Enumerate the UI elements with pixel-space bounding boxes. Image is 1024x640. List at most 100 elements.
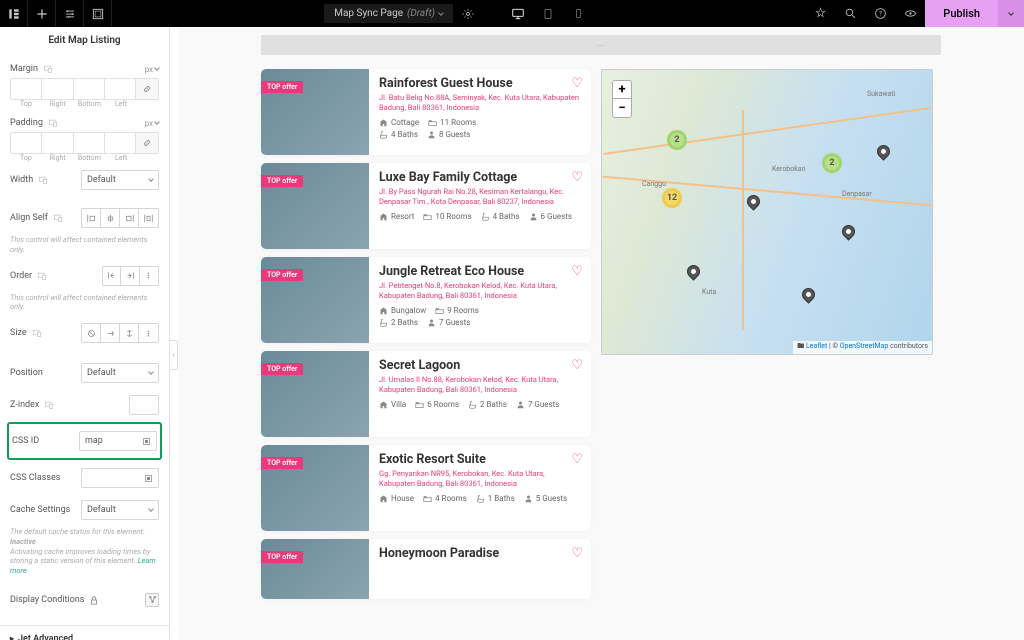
- favorite-button[interactable]: ♡: [571, 358, 583, 373]
- align-center-button[interactable]: [101, 209, 120, 227]
- listing-card[interactable]: TOP offer ♡ Jungle Retreat Eco House Jl.…: [261, 257, 591, 343]
- structure-button[interactable]: [84, 0, 112, 27]
- listing-image: TOP offer: [261, 351, 369, 437]
- editor-panel: Edit Map Listing Margin px TopRightBotto…: [0, 27, 170, 640]
- cache-select[interactable]: Default: [81, 500, 159, 520]
- tablet-view-button[interactable]: [533, 0, 563, 27]
- margin-label: Margin: [10, 64, 38, 74]
- width-select[interactable]: Default: [81, 170, 159, 190]
- listing-card[interactable]: TOP offer ♡ Exotic Resort Suite Gg. Peny…: [261, 445, 591, 531]
- link-values-button[interactable]: [136, 133, 158, 153]
- listing-image: TOP offer: [261, 257, 369, 343]
- align-end-button[interactable]: [120, 209, 139, 227]
- listing-address: Gg. Penyarikan NR95, Kerobokan, Kec. Kut…: [379, 469, 581, 489]
- cssclasses-input[interactable]: [81, 468, 159, 488]
- listing-card[interactable]: TOP offer ♡ Rainforest Guest House Jl. B…: [261, 69, 591, 155]
- leaflet-link[interactable]: Leaflet: [806, 342, 827, 350]
- map-cluster[interactable]: 2: [667, 130, 687, 150]
- page-settings-button[interactable]: [453, 0, 483, 27]
- map-widget[interactable]: Canggu Kerobokan Denpasar Kuta Sukawati|…: [601, 69, 933, 355]
- size-label: Size: [10, 328, 27, 338]
- publish-dropdown-button[interactable]: [998, 0, 1024, 27]
- map-cluster[interactable]: 12: [662, 188, 682, 208]
- width-label: Width: [10, 175, 33, 185]
- zindex-label: Z-index: [10, 400, 39, 410]
- padding-inputs[interactable]: [10, 132, 159, 154]
- listing-card[interactable]: TOP offer ♡ Luxe Bay Family Cottage Jl. …: [261, 163, 591, 249]
- unit-label[interactable]: px: [145, 65, 153, 74]
- dynamic-icon[interactable]: [144, 474, 153, 483]
- cache-label: Cache Settings: [10, 505, 70, 515]
- desktop-view-button[interactable]: [503, 0, 533, 27]
- link-values-button[interactable]: [136, 79, 158, 99]
- link-icon: [142, 84, 152, 94]
- favorite-button[interactable]: ♡: [571, 546, 583, 561]
- favorite-button[interactable]: ♡: [571, 76, 583, 91]
- elementor-logo-button[interactable]: [0, 0, 28, 27]
- add-element-button[interactable]: [28, 0, 56, 27]
- note-text: This control will affect contained eleme…: [10, 232, 159, 258]
- margin-inputs[interactable]: [10, 78, 159, 100]
- panel-collapse-button[interactable]: ‹: [170, 340, 178, 370]
- section-placeholder[interactable]: ⋯: [261, 35, 941, 55]
- favorite-button[interactable]: ♡: [571, 264, 583, 279]
- listing-title: Secret Lagoon: [379, 358, 581, 373]
- preview-button[interactable]: [895, 0, 925, 27]
- align-start-button[interactable]: [82, 209, 101, 227]
- help-button[interactable]: ?: [865, 0, 895, 27]
- responsive-icon[interactable]: [48, 118, 58, 128]
- listing-card[interactable]: TOP offer ♡ Secret Lagoon Jl. Umalas II …: [261, 351, 591, 437]
- responsive-icon[interactable]: [44, 400, 54, 410]
- cache-note: The default cache status for this elemen…: [10, 524, 159, 579]
- osm-link[interactable]: OpenStreetMap: [840, 342, 889, 350]
- publish-button[interactable]: Publish: [925, 0, 998, 27]
- responsive-icon[interactable]: [32, 328, 42, 338]
- listing-card[interactable]: TOP offer ♡ Honeymoon Paradise: [261, 539, 591, 599]
- listing-meta: Bungalow 9 Rooms: [379, 306, 581, 315]
- favorite-button[interactable]: ♡: [571, 452, 583, 467]
- position-select[interactable]: Default: [81, 363, 159, 383]
- order-start-button[interactable]: [103, 267, 121, 285]
- dynamic-icon[interactable]: [142, 437, 151, 446]
- listing-title: Honeymoon Paradise: [379, 546, 581, 561]
- align-self-buttons[interactable]: [81, 208, 159, 228]
- listing-address: Jl. Umalas II No.88, Kerobokan Kelod, Ke…: [379, 375, 581, 395]
- top-offer-badge: TOP offer: [261, 81, 303, 93]
- chevron-down-icon: [154, 119, 160, 125]
- order-end-button[interactable]: [121, 267, 139, 285]
- responsive-icon[interactable]: [43, 64, 53, 74]
- zindex-input[interactable]: [129, 395, 159, 415]
- zoom-out-button[interactable]: −: [613, 99, 631, 117]
- responsive-icon[interactable]: [37, 271, 47, 281]
- listing-image: TOP offer: [261, 539, 369, 599]
- display-conditions-button[interactable]: [145, 593, 159, 607]
- align-stretch-button[interactable]: [139, 209, 158, 227]
- size-grow-button[interactable]: [101, 324, 120, 342]
- top-offer-badge: TOP offer: [261, 269, 303, 281]
- responsive-icon[interactable]: [53, 213, 63, 223]
- listing-meta: Resort 10 Rooms 4 Baths 6 Guests: [379, 212, 581, 221]
- listing-meta: House 4 Rooms 1 Baths 5 Guests: [379, 494, 581, 503]
- accordion-jet-advanced[interactable]: Jet Advanced: [0, 625, 169, 640]
- cssid-input[interactable]: map: [79, 431, 157, 451]
- mobile-view-button[interactable]: [563, 0, 593, 27]
- site-settings-button[interactable]: [56, 0, 84, 27]
- chevron-down-icon: [154, 65, 160, 71]
- page-title-dropdown[interactable]: Map Sync Page (Draft): [324, 4, 453, 23]
- order-buttons[interactable]: [102, 266, 159, 286]
- zoom-in-button[interactable]: +: [613, 81, 631, 99]
- responsive-icon[interactable]: [38, 175, 48, 185]
- order-more-button[interactable]: [140, 267, 158, 285]
- size-more-button[interactable]: [139, 324, 158, 342]
- favorite-button[interactable]: ♡: [571, 170, 583, 185]
- finder-button[interactable]: [835, 0, 865, 27]
- notifications-button[interactable]: [805, 0, 835, 27]
- listing-title: Exotic Resort Suite: [379, 452, 581, 467]
- cssclasses-label: CSS Classes: [10, 473, 60, 483]
- map-cluster[interactable]: 2: [822, 153, 842, 173]
- size-buttons[interactable]: [81, 323, 159, 343]
- size-none-button[interactable]: [82, 324, 101, 342]
- size-shrink-button[interactable]: [120, 324, 139, 342]
- chevron-down-icon: [438, 10, 444, 16]
- align-self-label: Align Self: [10, 213, 48, 223]
